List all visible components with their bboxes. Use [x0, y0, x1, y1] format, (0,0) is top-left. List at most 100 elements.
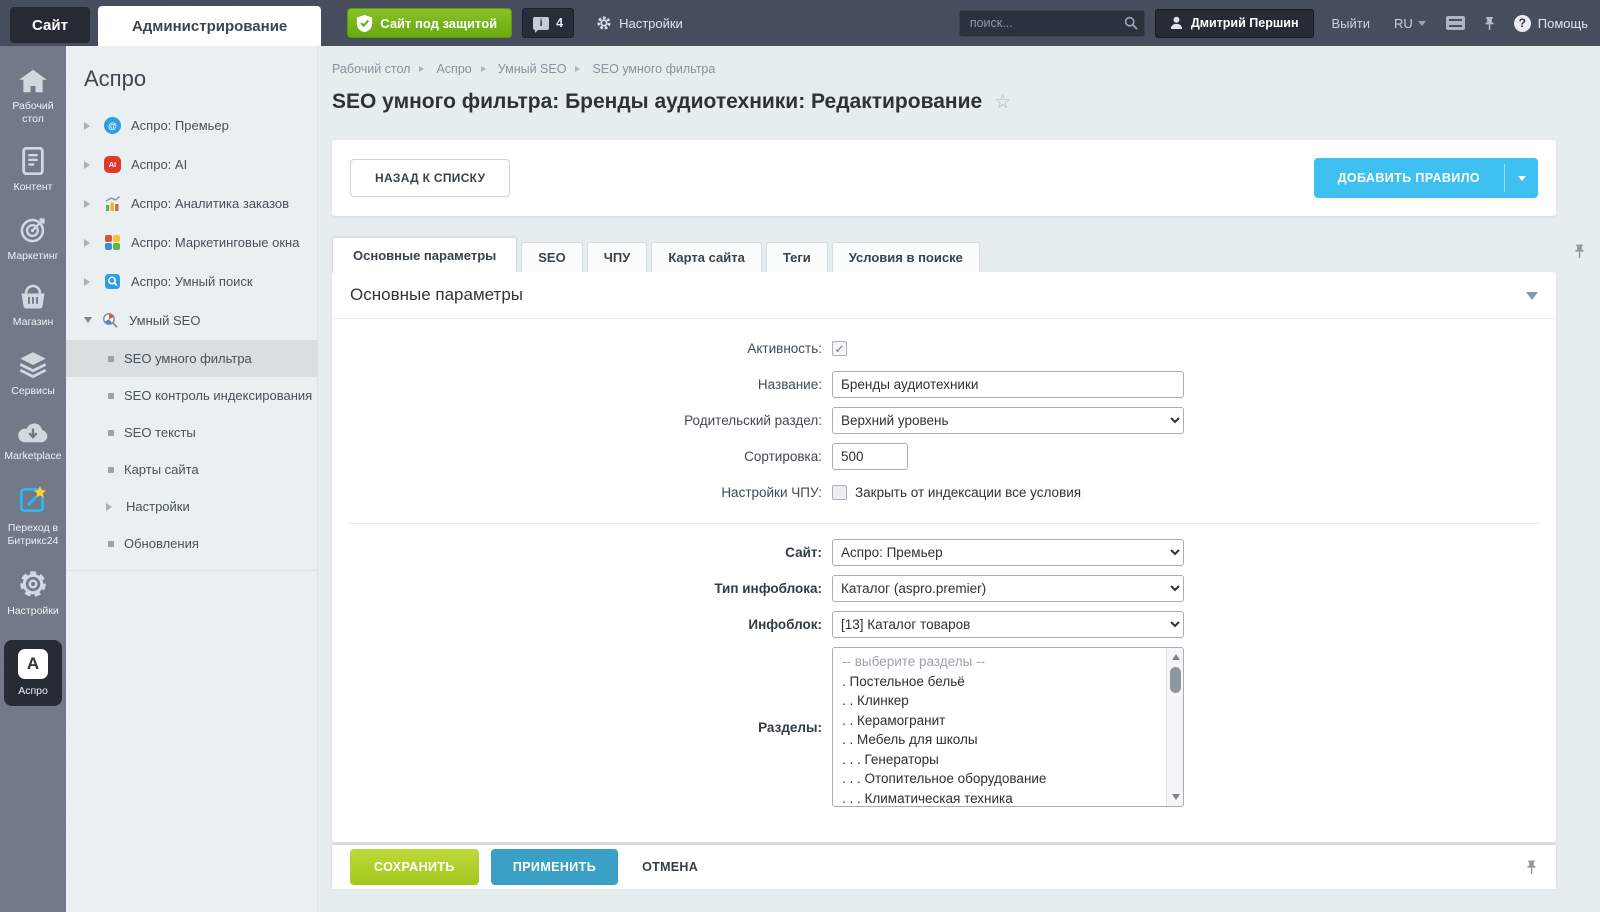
- field-site: Сайт: Аспро: Премьер: [332, 539, 1556, 566]
- scrollbar-thumb[interactable]: [1170, 667, 1181, 693]
- activity-checkbox[interactable]: ✓: [832, 341, 847, 356]
- cancel-button[interactable]: ОТМЕНА: [642, 860, 698, 874]
- tab-sitemap[interactable]: Карта сайта: [651, 242, 762, 272]
- rail-item-marketplace[interactable]: Marketplace: [2, 420, 64, 463]
- tab-site[interactable]: Сайт: [10, 7, 90, 43]
- notifications-button[interactable]: i 4: [522, 8, 574, 38]
- site-protected-button[interactable]: Сайт под защитой: [347, 8, 512, 38]
- sidebar-subitem-updates[interactable]: Обновления: [66, 525, 317, 562]
- chevron-right-icon: [106, 503, 116, 511]
- sections-option[interactable]: . . . Климатическая техника: [833, 789, 1166, 808]
- scroll-up-icon[interactable]: [1167, 649, 1184, 664]
- sidebar-item-aspro-ai[interactable]: AI Аспро: AI: [66, 145, 317, 184]
- search-input[interactable]: [959, 10, 1145, 37]
- notification-bubble-icon: i: [533, 17, 549, 30]
- parent-section-select[interactable]: Верхний уровень: [832, 407, 1184, 434]
- sort-input[interactable]: [832, 443, 908, 470]
- user-menu-button[interactable]: Дмитрий Першин: [1155, 9, 1314, 38]
- rail-item-desktop[interactable]: Рабочий стол: [2, 68, 64, 125]
- logout-link[interactable]: Выйти: [1332, 16, 1371, 31]
- tab-seo[interactable]: SEO: [521, 242, 582, 272]
- site-select[interactable]: Аспро: Премьер: [832, 539, 1184, 566]
- name-input[interactable]: [832, 371, 1184, 398]
- add-rule-dropdown[interactable]: [1505, 158, 1538, 198]
- sections-option[interactable]: . . . Генераторы: [833, 750, 1166, 770]
- hotkeys-icon[interactable]: [1446, 16, 1465, 30]
- rail-item-aspro[interactable]: A Аспро: [4, 640, 62, 706]
- field-name: Название:: [332, 371, 1556, 398]
- premier-icon: @: [104, 117, 121, 134]
- question-icon: ?: [1514, 15, 1531, 32]
- chevron-down-icon: [84, 317, 92, 327]
- header-settings-button[interactable]: Настройки: [596, 15, 683, 31]
- smart-search-icon: [104, 273, 121, 290]
- tab-chpu[interactable]: ЧПУ: [587, 242, 648, 272]
- add-rule-button[interactable]: ДОБАВИТЬ ПРАВИЛО: [1314, 158, 1538, 198]
- tab-search-conditions[interactable]: Условия в поиске: [832, 242, 980, 272]
- breadcrumb: Рабочий стол Аспро Умный SEO SEO умного …: [318, 46, 1600, 76]
- breadcrumb-desktop[interactable]: Рабочий стол: [332, 62, 410, 76]
- sections-option[interactable]: . Постельное бельё: [833, 672, 1166, 692]
- aspro-icon: A: [18, 649, 48, 679]
- close-from-indexing-checkbox[interactable]: [832, 485, 847, 500]
- help-button[interactable]: ? Помощь: [1514, 15, 1588, 32]
- tab-administration[interactable]: Администрирование: [98, 6, 321, 46]
- user-icon: [1170, 16, 1183, 30]
- sidebar-item-aspro-analytics[interactable]: Аспро: Аналитика заказов: [66, 184, 317, 223]
- sections-option[interactable]: . . . Отопительное оборудование: [833, 769, 1166, 789]
- rail-item-shop[interactable]: Магазин: [2, 284, 64, 329]
- back-to-list-button[interactable]: НАЗАД К СПИСКУ: [350, 159, 510, 197]
- breadcrumb-seo-smart-filter[interactable]: SEO умного фильтра: [592, 62, 715, 76]
- sidebar-subitem-settings[interactable]: Настройки: [66, 488, 317, 525]
- apply-button[interactable]: ПРИМЕНИТЬ: [491, 849, 618, 885]
- search-icon[interactable]: [1124, 16, 1138, 30]
- save-button[interactable]: СОХРАНИТЬ: [350, 849, 479, 885]
- tab-main-params[interactable]: Основные параметры: [332, 237, 517, 272]
- bitrix24-icon: [17, 484, 49, 516]
- scroll-down-icon[interactable]: [1167, 790, 1184, 805]
- field-iblock-type: Тип инфоблока: Каталог (aspro.premier): [332, 575, 1556, 602]
- smart-seo-icon: [102, 312, 119, 329]
- rail-item-marketing[interactable]: Маркетинг: [2, 216, 64, 263]
- collapse-section-icon[interactable]: [1526, 292, 1538, 306]
- form-tabs: Основные параметры SEO ЧПУ Карта сайта Т…: [332, 237, 1556, 272]
- breadcrumb-separator-icon: [481, 66, 489, 72]
- bullet-icon: [108, 467, 114, 473]
- sidebar-subitem-sitemaps[interactable]: Карты сайта: [66, 451, 317, 488]
- rail-item-content[interactable]: Контент: [2, 147, 64, 194]
- sidebar-subitem-seo-smart-filter[interactable]: SEO умного фильтра: [66, 340, 317, 377]
- sidebar-subitem-seo-texts[interactable]: SEO тексты: [66, 414, 317, 451]
- sections-option[interactable]: . . Керамогранит: [833, 711, 1166, 731]
- sections-option[interactable]: -- выберите разделы --: [833, 652, 1166, 672]
- sections-option[interactable]: . . Мебель для школы: [833, 730, 1166, 750]
- listbox-scrollbar[interactable]: [1166, 648, 1183, 806]
- left-icon-rail: Рабочий стол Контент Маркетинг Магазин С…: [0, 46, 66, 912]
- chevron-right-icon: [84, 200, 94, 208]
- rail-item-settings[interactable]: Настройки: [2, 569, 64, 618]
- sidebar-item-aspro-marketing-windows[interactable]: Аспро: Маркетинговые окна: [66, 223, 317, 262]
- pin-icon[interactable]: [1483, 16, 1496, 31]
- field-activity: Активность: ✓: [332, 335, 1556, 362]
- rail-item-services[interactable]: Сервисы: [2, 351, 64, 398]
- tab-tags[interactable]: Теги: [766, 242, 828, 272]
- breadcrumb-aspro[interactable]: Аспро: [436, 62, 471, 76]
- pin-icon[interactable]: [1573, 243, 1586, 260]
- sidebar-item-aspro-smart-search[interactable]: Аспро: Умный поиск: [66, 262, 317, 301]
- breadcrumb-smart-seo[interactable]: Умный SEO: [498, 62, 567, 76]
- chevron-right-icon: [84, 122, 94, 130]
- sidebar-subitem-seo-index-control[interactable]: SEO контроль индексирования: [66, 377, 317, 414]
- language-switcher[interactable]: RU: [1394, 16, 1426, 31]
- iblock-type-select[interactable]: Каталог (aspro.premier): [832, 575, 1184, 602]
- field-parent-section: Родительский раздел: Верхний уровень: [332, 407, 1556, 434]
- sidebar-item-aspro-premier[interactable]: @ Аспро: Премьер: [66, 106, 317, 145]
- sidebar-item-smart-seo[interactable]: Умный SEO: [66, 301, 317, 340]
- sections-multiselect[interactable]: -- выберите разделы -- . Постельное бель…: [832, 647, 1184, 807]
- iblock-select[interactable]: [13] Каталог товаров: [832, 611, 1184, 638]
- pin-icon[interactable]: [1525, 859, 1538, 876]
- cloud-download-icon: [17, 420, 49, 444]
- rail-item-bitrix24[interactable]: Переход в Битрикс24: [2, 484, 64, 547]
- bullet-icon: [108, 430, 114, 436]
- sections-option[interactable]: . . Клинкер: [833, 691, 1166, 711]
- favorite-star-icon[interactable]: ☆: [994, 91, 1011, 114]
- notification-count: 4: [556, 16, 563, 30]
